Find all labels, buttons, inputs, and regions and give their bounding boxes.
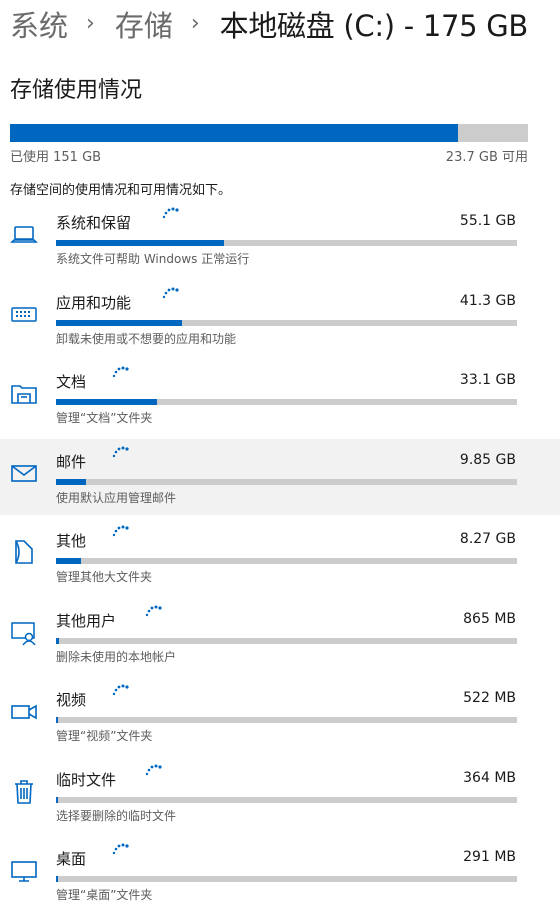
category-usage-bar-fill	[56, 717, 59, 723]
category-item[interactable]: 邮件 9.85 GB 使用默认应用管理邮件	[0, 439, 560, 515]
category-name: 临时文件	[56, 771, 117, 789]
keyboard-icon	[8, 298, 40, 330]
category-description: 系统文件可帮助 Windows 正常运行	[56, 252, 250, 266]
category-usage-bar-fill	[56, 240, 224, 246]
category-usage-bar	[56, 638, 517, 644]
category-usage-bar-fill	[56, 320, 182, 326]
category-usage-bar	[56, 320, 517, 326]
loading-spinner-icon	[160, 286, 180, 304]
category-usage-bar	[56, 558, 517, 564]
category-description: 使用默认应用管理邮件	[56, 491, 177, 505]
free-space-label: 23.7 GB 可用	[445, 150, 528, 165]
category-size: 9.85 GB	[459, 452, 516, 468]
category-description: 管理“桌面”文件夹	[56, 888, 153, 902]
other-users-icon	[8, 616, 40, 648]
category-size: 364 MB	[463, 770, 516, 786]
used-space-label: 已使用 151 GB	[10, 150, 102, 165]
category-usage-bar	[56, 717, 517, 723]
category-name: 其他用户	[56, 612, 117, 630]
breadcrumb-item-system[interactable]: 系统	[10, 3, 68, 45]
video-camera-icon	[8, 695, 40, 727]
category-item[interactable]: 桌面 291 MB 管理“桌面”文件夹	[0, 836, 560, 912]
category-size: 55.1 GB	[459, 213, 516, 229]
total-usage-bar-fill	[10, 124, 458, 142]
loading-spinner-icon	[110, 683, 130, 701]
total-usage-bar	[10, 124, 528, 142]
breadcrumb-chevron-icon: ›	[86, 10, 95, 36]
category-item[interactable]: 应用和功能 41.3 GB 卸载未使用或不想要的应用和功能	[0, 280, 560, 356]
category-usage-bar-fill	[56, 876, 59, 882]
category-usage-bar	[56, 399, 517, 405]
category-name: 应用和功能	[56, 294, 132, 312]
breadcrumb: 系统 › 存储 › 本地磁盘 (C:) - 175 GB	[10, 4, 560, 44]
category-size: 865 MB	[463, 611, 516, 627]
category-item[interactable]: 其他 8.27 GB 管理其他大文件夹	[0, 518, 560, 594]
category-usage-bar-fill	[56, 399, 157, 405]
category-description: 管理“视频”文件夹	[56, 729, 153, 743]
category-size: 522 MB	[463, 690, 516, 706]
category-item[interactable]: 系统和保留 55.1 GB 系统文件可帮助 Windows 正常运行	[0, 200, 560, 276]
loading-spinner-icon	[160, 206, 180, 224]
category-item[interactable]: 其他用户 865 MB 删除未使用的本地帐户	[0, 598, 560, 674]
category-name: 其他	[56, 532, 87, 550]
loading-spinner-icon	[143, 604, 163, 622]
loading-spinner-icon	[110, 842, 130, 860]
category-name: 系统和保留	[56, 214, 132, 232]
category-name: 视频	[56, 691, 87, 709]
category-usage-bar	[56, 479, 517, 485]
category-usage-bar	[56, 240, 517, 246]
page-title: 本地磁盘 (C:) - 175 GB	[219, 9, 529, 43]
documents-folder-icon	[8, 377, 40, 409]
category-name: 邮件	[56, 453, 87, 471]
category-item[interactable]: 文档 33.1 GB 管理“文档”文件夹	[0, 359, 560, 435]
breadcrumb-item-storage[interactable]: 存储	[115, 3, 173, 45]
loading-spinner-icon	[110, 365, 130, 383]
category-size: 41.3 GB	[459, 293, 516, 309]
other-files-icon	[8, 536, 40, 568]
category-description: 卸载未使用或不想要的应用和功能	[56, 332, 237, 346]
usage-description: 存储空间的使用情况和可用情况如下。	[10, 183, 232, 198]
category-item[interactable]: 视频 522 MB 管理“视频”文件夹	[0, 677, 560, 753]
category-usage-bar-fill	[56, 558, 82, 564]
category-description: 管理“文档”文件夹	[56, 411, 153, 425]
category-name: 桌面	[56, 850, 87, 868]
storage-usage-heading: 存储使用情况	[10, 78, 143, 103]
category-size: 8.27 GB	[459, 531, 516, 547]
category-usage-bar-fill	[56, 797, 59, 803]
category-item[interactable]: 临时文件 364 MB 选择要删除的临时文件	[0, 757, 560, 833]
loading-spinner-icon	[110, 524, 130, 542]
category-description: 删除未使用的本地帐户	[56, 650, 177, 664]
loading-spinner-icon	[110, 445, 130, 463]
category-usage-bar-fill	[56, 638, 59, 644]
mail-icon	[8, 457, 40, 489]
category-usage-bar-fill	[56, 479, 86, 485]
category-description: 选择要删除的临时文件	[56, 809, 177, 823]
loading-spinner-icon	[143, 763, 163, 781]
category-name: 文档	[56, 373, 87, 391]
breadcrumb-chevron-icon: ›	[190, 10, 200, 36]
category-size: 291 MB	[463, 849, 516, 865]
laptop-icon	[8, 218, 40, 250]
category-usage-bar	[56, 876, 517, 882]
trash-icon	[8, 775, 40, 807]
desktop-monitor-icon	[8, 854, 40, 886]
category-usage-bar	[56, 797, 517, 803]
category-size: 33.1 GB	[459, 372, 516, 388]
category-description: 管理其他大文件夹	[56, 570, 153, 584]
